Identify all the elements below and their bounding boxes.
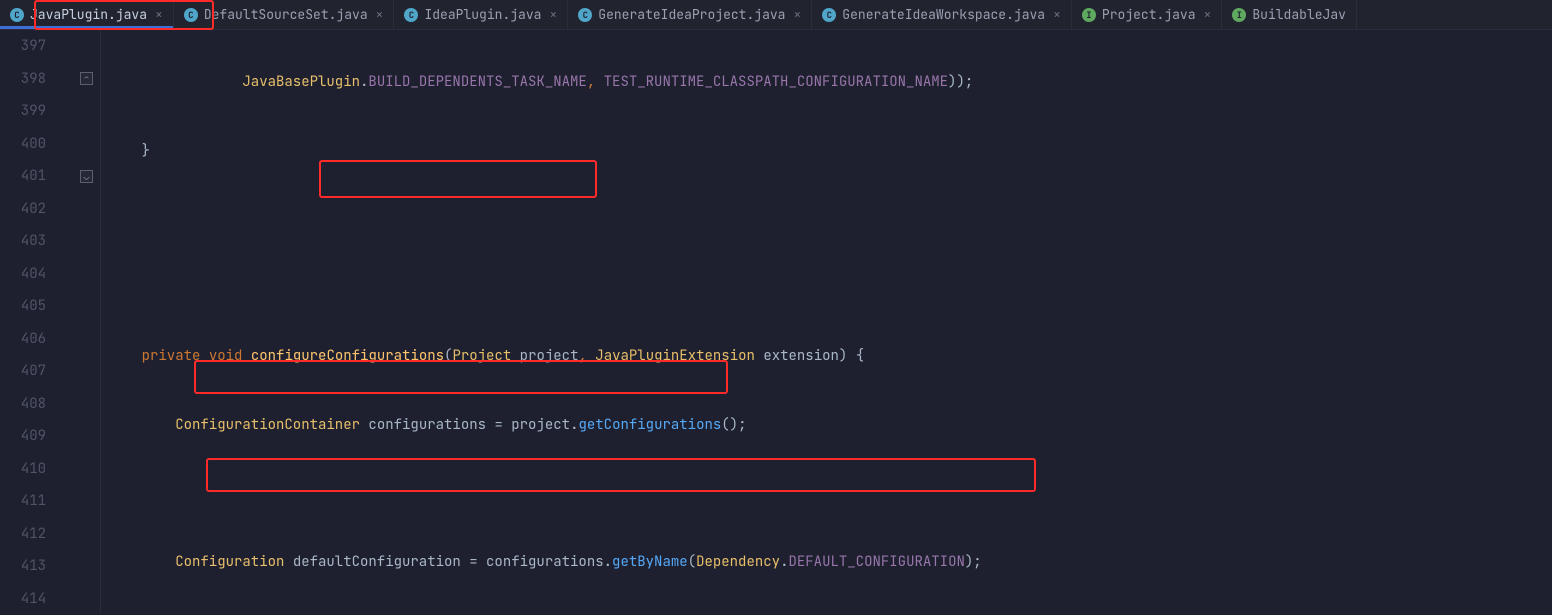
line-number: 399	[0, 95, 46, 128]
code-line	[102, 203, 1552, 236]
line-number: 402	[0, 193, 46, 226]
line-number: 408	[0, 388, 46, 421]
fold-down-icon[interactable]: ⌄	[80, 170, 93, 183]
line-number: 404	[0, 258, 46, 291]
line-number: 400	[0, 128, 46, 161]
tab-project[interactable]: I Project.java ×	[1072, 0, 1222, 29]
tab-label: DefaultSourceSet.java	[204, 6, 368, 23]
line-number: 411	[0, 485, 46, 518]
code-line: JavaBasePlugin.BUILD_DEPENDENTS_TASK_NAM…	[102, 66, 1552, 99]
line-number: 413	[0, 550, 46, 583]
interface-file-icon: I	[1082, 8, 1096, 22]
tab-generateideaproject[interactable]: C GenerateIdeaProject.java ×	[568, 0, 812, 29]
tab-buildablejava[interactable]: I BuildableJav	[1222, 0, 1357, 29]
tab-label: GenerateIdeaProject.java	[598, 6, 785, 23]
interface-file-icon: I	[1232, 8, 1246, 22]
line-number: 409	[0, 420, 46, 453]
line-number: 414	[0, 583, 46, 615]
close-icon[interactable]: ×	[374, 6, 384, 23]
class-file-icon: C	[822, 8, 836, 22]
code-editor[interactable]: 3973983994004014024034044054064074084094…	[0, 30, 1552, 613]
tab-label: BuildableJav	[1252, 6, 1346, 23]
tab-generateideaworkspace[interactable]: C GenerateIdeaWorkspace.java ×	[812, 0, 1072, 29]
tab-label: Project.java	[1102, 6, 1196, 23]
line-number: 403	[0, 225, 46, 258]
line-number: 398	[0, 63, 46, 96]
tab-defaultsourceset[interactable]: C DefaultSourceSet.java ×	[174, 0, 395, 29]
tab-label: JavaPlugin.java	[30, 6, 147, 23]
class-file-icon: C	[10, 8, 24, 22]
close-icon[interactable]: ×	[1202, 6, 1212, 23]
line-number: 401	[0, 160, 46, 193]
code-area[interactable]: JavaBasePlugin.BUILD_DEPENDENTS_TASK_NAM…	[102, 30, 1552, 613]
class-file-icon: C	[404, 8, 418, 22]
editor-tabbar: C JavaPlugin.java × C DefaultSourceSet.j…	[0, 0, 1552, 30]
code-line	[102, 272, 1552, 305]
line-number: 405	[0, 290, 46, 323]
line-number: 407	[0, 355, 46, 388]
icon-gutter	[60, 30, 78, 613]
close-icon[interactable]: ×	[1051, 6, 1061, 23]
tab-javaplugin[interactable]: C JavaPlugin.java ×	[0, 0, 174, 29]
code-line: Configuration defaultConfiguration = con…	[102, 546, 1552, 579]
tab-label: IdeaPlugin.java	[424, 6, 541, 23]
code-line: }	[102, 135, 1552, 168]
close-icon[interactable]: ×	[547, 6, 557, 23]
line-number: 412	[0, 518, 46, 551]
code-line: private void configureConfigurations(Pro…	[102, 340, 1552, 373]
line-number: 397	[0, 30, 46, 63]
line-number-gutter: 3973983994004014024034044054064074084094…	[0, 30, 60, 613]
class-file-icon: C	[184, 8, 198, 22]
tab-label: GenerateIdeaWorkspace.java	[842, 6, 1045, 23]
fold-up-icon[interactable]: ⌃	[80, 72, 93, 85]
code-line: ConfigurationContainer configurations = …	[102, 409, 1552, 442]
close-icon[interactable]: ×	[791, 6, 801, 23]
close-icon[interactable]: ×	[153, 6, 163, 23]
line-number: 406	[0, 323, 46, 356]
class-file-icon: C	[578, 8, 592, 22]
line-number: 410	[0, 453, 46, 486]
code-line	[102, 477, 1552, 510]
tab-ideaplugin[interactable]: C IdeaPlugin.java ×	[394, 0, 568, 29]
fold-gutter: ⌃ ⌄	[78, 30, 102, 613]
